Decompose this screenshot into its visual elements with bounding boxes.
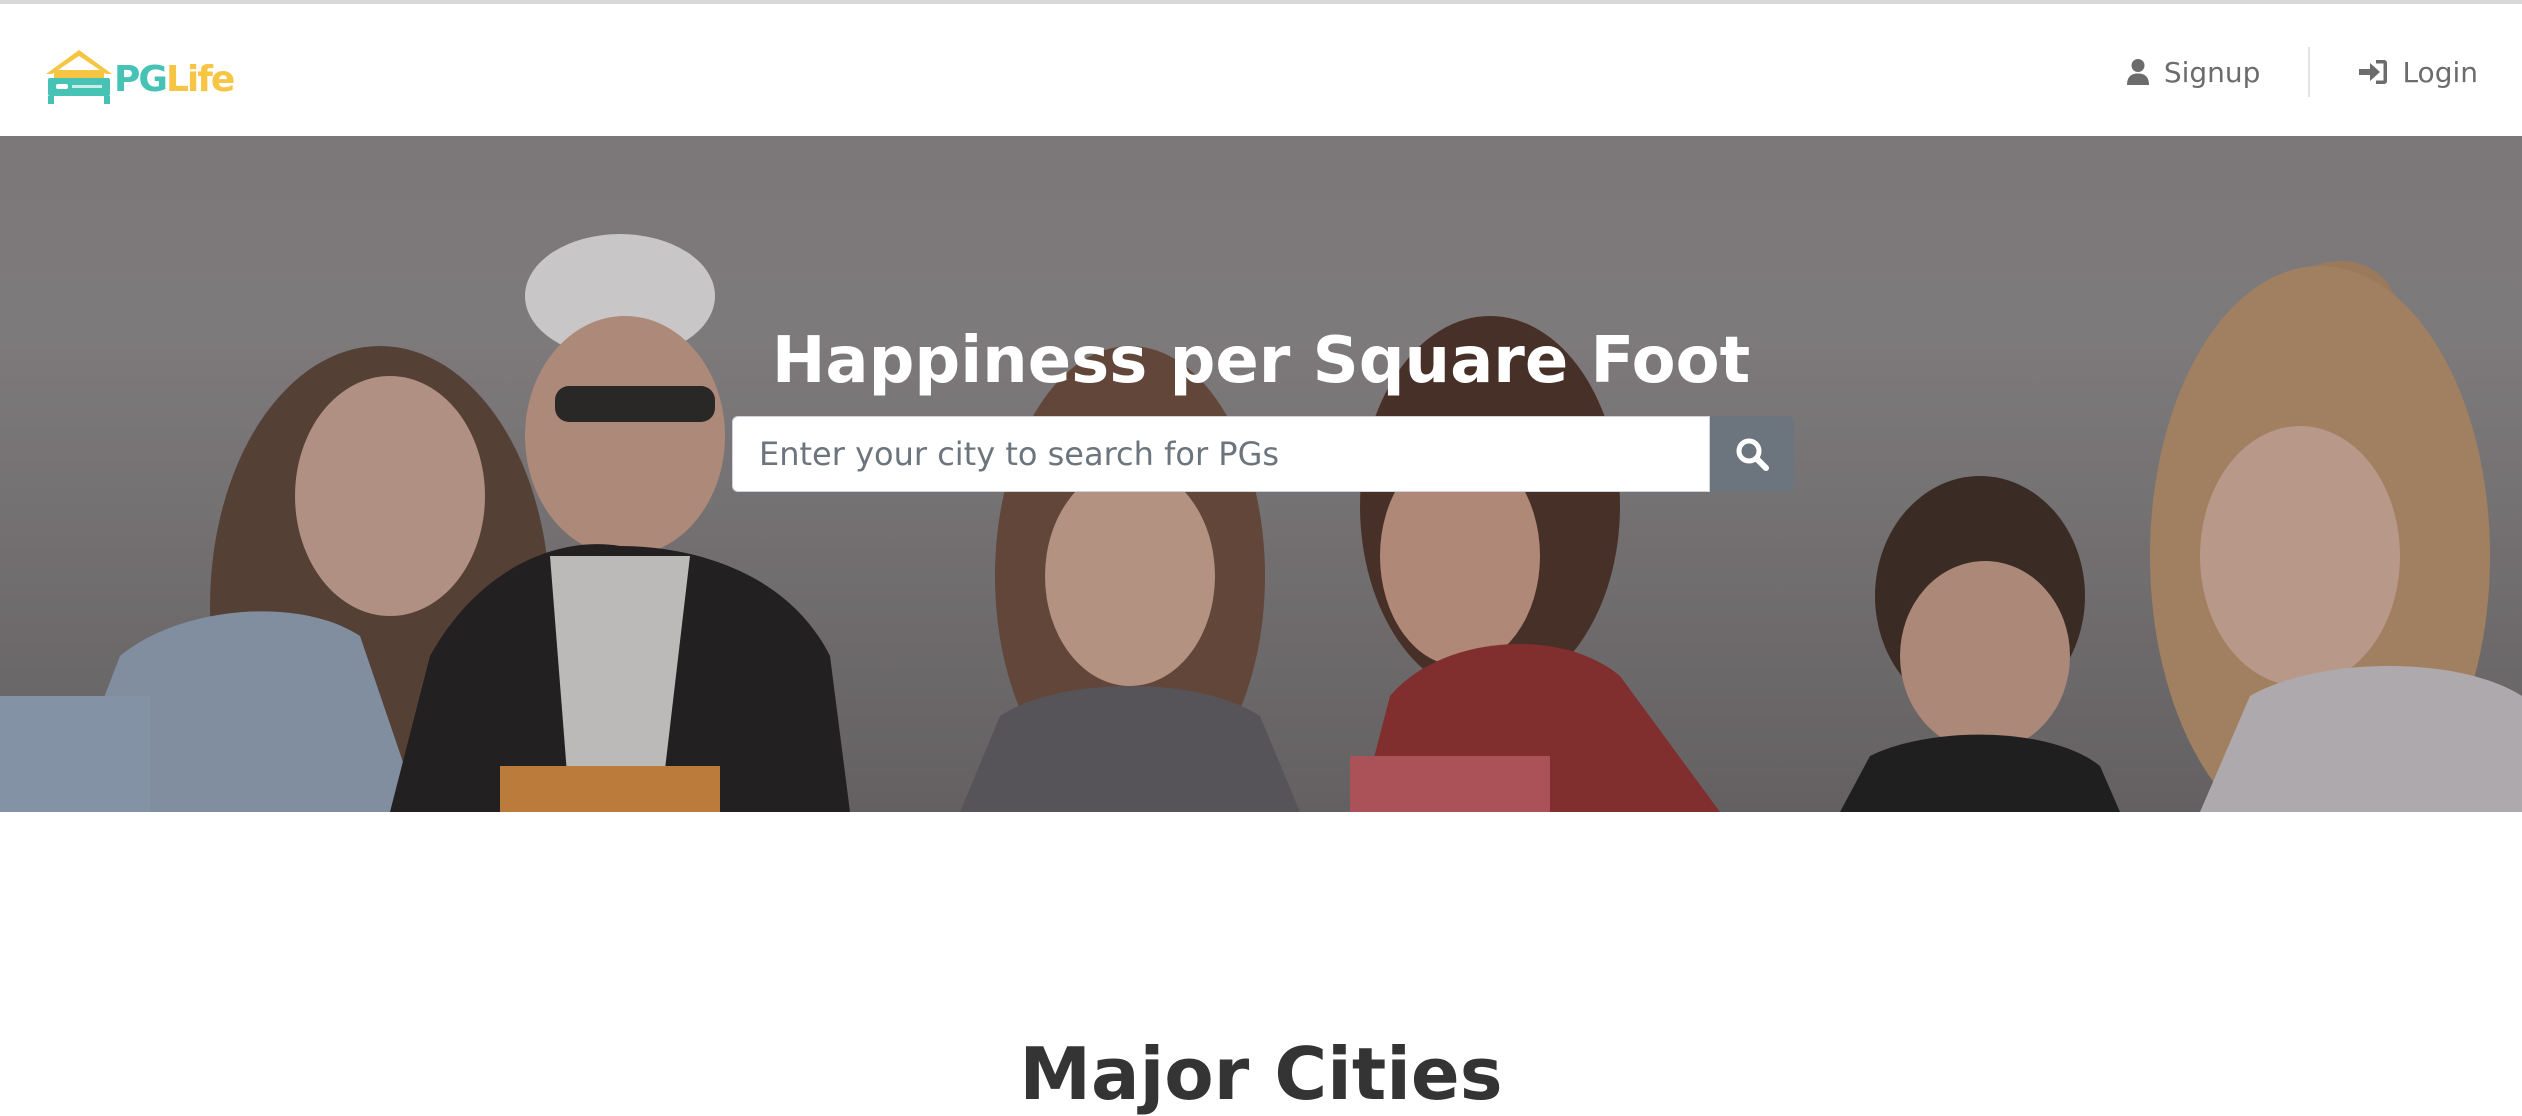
search-button[interactable] [1710,416,1794,492]
city-search-form [732,416,1794,492]
brand-name-pg: PG [114,59,168,100]
hero-banner: Happiness per Square Foot [0,136,2522,812]
brand-logo[interactable]: PGLife [44,44,244,110]
hero-title: Happiness per Square Foot [771,323,1751,398]
brand-name: PGLife [114,59,235,100]
house-bed-icon [46,50,112,104]
navbar: PGLife Signup Login [0,4,2522,136]
city-search-input[interactable] [732,416,1710,492]
section-title-major-cities: Major Cities [1019,1031,1503,1116]
brand-name-life: Life [165,59,235,100]
nav-links: Signup Login [2126,42,2478,102]
signup-link[interactable]: Signup [2126,56,2309,89]
signup-label: Signup [2163,55,2261,89]
sign-in-icon [2359,60,2388,84]
user-icon [2126,59,2149,85]
search-icon [1736,438,1769,471]
login-label: Login [2402,55,2478,89]
login-link[interactable]: Login [2310,56,2478,89]
